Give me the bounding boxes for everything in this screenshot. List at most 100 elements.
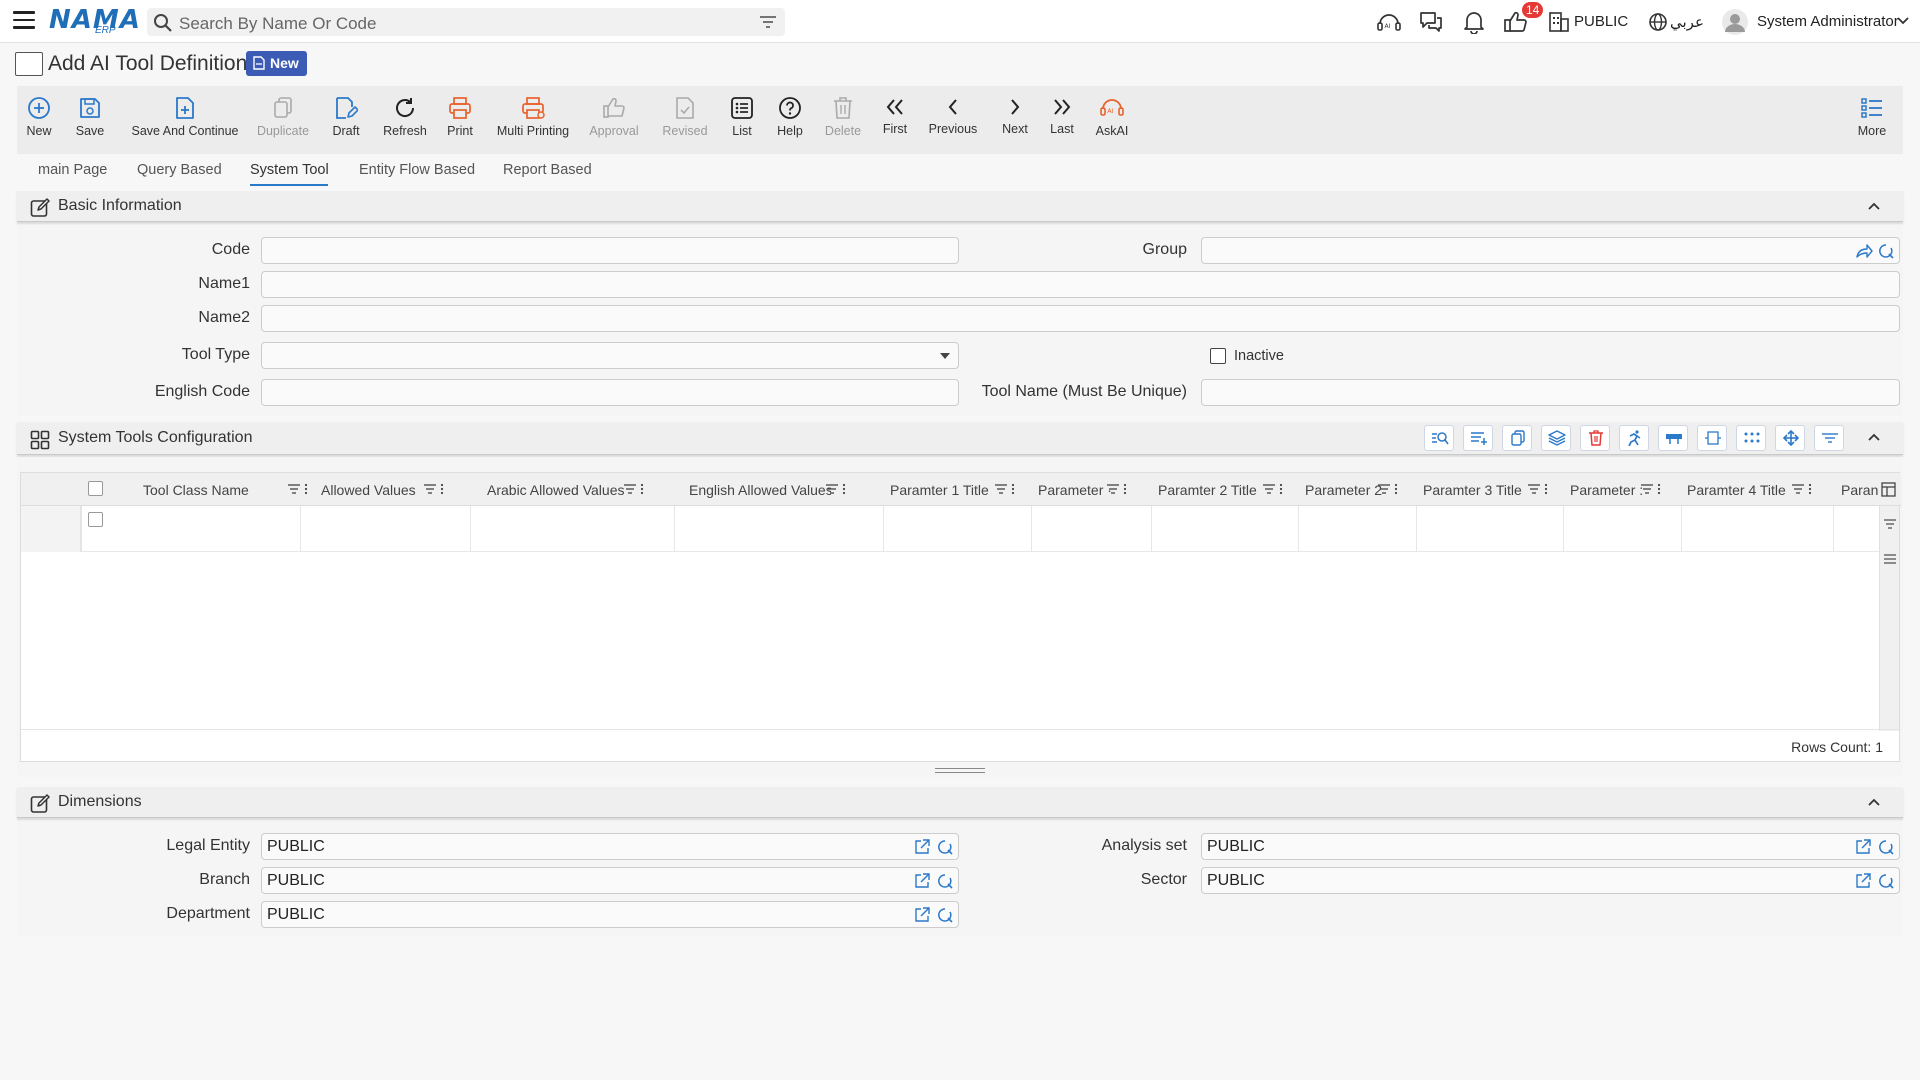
column-header[interactable]: Paramter 4 Title <box>1687 482 1786 498</box>
open-link-icon[interactable] <box>914 839 930 855</box>
ai-assistant-icon[interactable]: AI <box>1376 10 1402 34</box>
lookup-search-icon[interactable] <box>1877 243 1895 259</box>
basic-information-header[interactable]: Basic Information <box>17 191 1903 222</box>
chevron-up-icon[interactable] <box>1867 431 1881 443</box>
tab-entity-flow-based[interactable]: Entity Flow Based <box>359 162 475 178</box>
branch-field[interactable]: PUBLIC <box>261 867 959 894</box>
save-button[interactable]: Save <box>75 86 105 154</box>
column-filter-icon[interactable] <box>623 483 645 497</box>
lookup-search-icon[interactable] <box>1877 839 1895 855</box>
resize-handle[interactable] <box>935 768 985 773</box>
first-button[interactable]: First <box>879 86 911 154</box>
grid-run-button[interactable] <box>1619 425 1649 451</box>
duplicate-button[interactable]: Duplicate <box>255 86 311 154</box>
grid-add-row-button[interactable] <box>1463 425 1493 451</box>
user-name[interactable]: System Administrator <box>1757 13 1899 30</box>
tab-main-page[interactable]: main Page <box>38 162 107 178</box>
chevron-up-icon[interactable] <box>1867 796 1881 808</box>
column-header[interactable]: Arabic Allowed Values <box>487 482 624 498</box>
list-button[interactable]: List <box>728 86 756 154</box>
grid-move-button[interactable] <box>1775 425 1805 451</box>
column-header[interactable]: Allowed Values <box>321 482 416 498</box>
column-header[interactable]: Parameter 2 <box>1305 482 1382 498</box>
language-switch[interactable]: عربي <box>1670 13 1704 31</box>
code-field[interactable] <box>261 237 959 264</box>
open-link-icon[interactable] <box>1855 873 1871 889</box>
last-button[interactable]: Last <box>1047 86 1077 154</box>
refresh-button[interactable]: Refresh <box>380 86 430 154</box>
system-tools-configuration-header[interactable]: System Tools Configuration <box>17 422 1903 455</box>
approval-button[interactable]: Approval <box>587 86 641 154</box>
tab-query-based[interactable]: Query Based <box>137 162 222 178</box>
column-filter-icon[interactable] <box>1106 483 1128 497</box>
open-link-icon[interactable] <box>914 907 930 923</box>
grid-layers-button[interactable] <box>1541 425 1571 451</box>
bell-icon[interactable] <box>1461 10 1487 34</box>
column-header[interactable]: Paran <box>1841 482 1878 498</box>
analysis-set-field[interactable]: PUBLIC <box>1201 833 1900 860</box>
column-header[interactable]: Paramter 1 Title <box>890 482 989 498</box>
globe-icon[interactable] <box>1645 10 1671 34</box>
lookup-search-icon[interactable] <box>1877 873 1895 889</box>
next-button[interactable]: Next <box>1000 86 1030 154</box>
help-button[interactable]: Help <box>774 86 806 154</box>
previous-button[interactable]: Previous <box>927 86 979 154</box>
sector-field[interactable]: PUBLIC <box>1201 867 1900 894</box>
tool-name-field[interactable] <box>1201 379 1900 406</box>
menu-icon[interactable] <box>1883 553 1897 565</box>
column-header[interactable]: Parameter : <box>1570 482 1643 498</box>
select-all-checkbox[interactable] <box>88 481 103 496</box>
chevron-up-icon[interactable] <box>1867 200 1881 212</box>
open-link-icon[interactable] <box>914 873 930 889</box>
column-header[interactable]: Parameter · <box>1038 482 1112 498</box>
column-filter-icon[interactable] <box>1377 483 1399 497</box>
grid-apps-button[interactable] <box>1736 425 1766 451</box>
chevron-down-icon[interactable] <box>1896 15 1910 27</box>
delete-button[interactable]: Delete <box>823 86 863 154</box>
column-filter-icon[interactable] <box>423 483 445 497</box>
lookup-search-icon[interactable] <box>936 907 954 923</box>
column-filter-icon[interactable] <box>1791 483 1813 497</box>
column-header[interactable]: English Allowed Values <box>689 482 831 498</box>
new-button[interactable]: New <box>25 86 53 154</box>
name1-field[interactable] <box>261 271 1900 298</box>
name2-field[interactable] <box>261 305 1900 332</box>
tab-system-tool[interactable]: System Tool <box>250 162 329 178</box>
row-checkbox[interactable] <box>88 512 103 527</box>
lookup-search-icon[interactable] <box>936 873 954 889</box>
dimensions-header[interactable]: Dimensions <box>17 787 1903 818</box>
column-header[interactable]: Tool Class Name <box>143 482 249 498</box>
chat-icon[interactable] <box>1418 10 1444 34</box>
column-filter-icon[interactable] <box>287 483 309 497</box>
company-building-icon[interactable] <box>1546 10 1572 34</box>
filter-icon[interactable] <box>1883 518 1897 530</box>
share-icon[interactable] <box>1855 243 1873 259</box>
column-header[interactable]: Paramter 3 Title <box>1423 482 1522 498</box>
english-code-field[interactable] <box>261 379 959 406</box>
grid-format-button[interactable] <box>1658 425 1688 451</box>
grid-filter-button[interactable] <box>1814 425 1844 451</box>
grid-search-button[interactable] <box>1424 425 1454 451</box>
column-filter-icon[interactable] <box>825 483 847 497</box>
column-filter-icon[interactable] <box>994 483 1016 497</box>
global-search-box[interactable]: Search By Name Or Code <box>147 8 785 36</box>
inactive-checkbox[interactable] <box>1210 348 1226 364</box>
nama-erp-logo[interactable]: NAMA ERP <box>49 5 140 37</box>
more-button[interactable]: More <box>1855 86 1889 154</box>
hamburger-menu-icon[interactable] <box>13 11 35 31</box>
askai-button[interactable]: AI AskAI <box>1093 86 1131 154</box>
column-header[interactable]: Paramter 2 Title <box>1158 482 1257 498</box>
search-input[interactable]: Search By Name Or Code <box>179 14 376 34</box>
column-filter-icon[interactable] <box>1262 483 1284 497</box>
tab-report-based[interactable]: Report Based <box>503 162 592 178</box>
grid-delete-button[interactable] <box>1580 425 1610 451</box>
column-filter-icon[interactable] <box>1527 483 1549 497</box>
filter-icon[interactable] <box>759 14 777 30</box>
column-filter-icon[interactable] <box>1640 483 1662 497</box>
draft-button[interactable]: Draft <box>330 86 362 154</box>
user-avatar-icon[interactable] <box>1721 8 1749 36</box>
grid-copy-button[interactable] <box>1502 425 1532 451</box>
group-field[interactable] <box>1201 237 1900 264</box>
open-link-icon[interactable] <box>1855 839 1871 855</box>
print-button[interactable]: Print <box>445 86 475 154</box>
